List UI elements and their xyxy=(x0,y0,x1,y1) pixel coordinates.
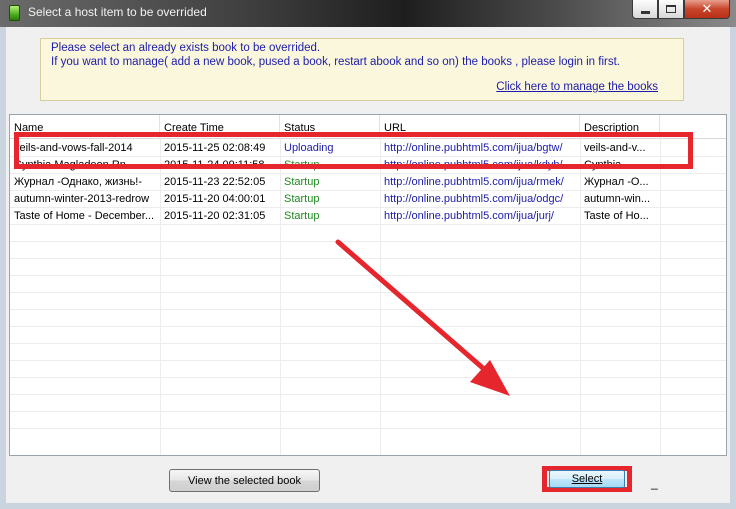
cell-url: http://online.pubhtml5.com/ijua/rmek/ xyxy=(384,176,564,188)
cell-name: Taste of Home - December... xyxy=(14,210,154,222)
info-line-1: Please select an already exists book to … xyxy=(51,42,321,54)
table-row[interactable]: autumn-winter-2013-redrow 2015-11-20 04:… xyxy=(10,191,726,208)
maximize-button[interactable] xyxy=(658,0,684,19)
minimize-button[interactable] xyxy=(632,0,658,19)
title-bar[interactable]: Select a host item to be overrided ✕ xyxy=(0,0,736,27)
caret-mark: _ xyxy=(651,476,658,490)
close-icon: ✕ xyxy=(701,1,713,17)
cell-url: http://online.pubhtml5.com/ijua/odgc/ xyxy=(384,193,564,205)
window-title: Select a host item to be overrided xyxy=(28,5,207,19)
manage-books-link[interactable]: Click here to manage the books xyxy=(496,81,658,93)
highlight-box xyxy=(14,132,693,169)
cell-create-time: 2015-11-20 04:00:01 xyxy=(164,193,266,205)
info-box: Please select an already exists book to … xyxy=(40,38,684,101)
view-selected-book-button[interactable]: View the selected book xyxy=(169,469,320,492)
grid-line xyxy=(10,411,726,412)
table-row[interactable]: Журнал -Однако, жизнь!- 2015-11-23 22:52… xyxy=(10,174,726,191)
cell-name: autumn-winter-2013-redrow xyxy=(14,193,150,205)
cell-status: Startup xyxy=(284,193,320,205)
maximize-icon xyxy=(666,5,676,13)
select-button[interactable]: Select xyxy=(542,466,632,492)
cell-create-time: 2015-11-23 22:52:05 xyxy=(164,176,266,188)
minimize-icon xyxy=(640,10,650,14)
cell-url: http://online.pubhtml5.com/ijua/jurj/ xyxy=(384,210,554,222)
grid-line xyxy=(10,428,726,429)
cell-status: Startup xyxy=(284,210,320,222)
cell-description: Журнал -О... xyxy=(584,176,649,188)
table-row[interactable]: Taste of Home - December... 2015-11-20 0… xyxy=(10,208,726,225)
cell-create-time: 2015-11-20 02:31:05 xyxy=(164,210,266,222)
cell-status: Startup xyxy=(284,176,320,188)
cell-description: autumn-win... xyxy=(584,193,651,205)
cell-description: Taste of Ho... xyxy=(584,210,649,222)
close-button[interactable]: ✕ xyxy=(684,0,730,19)
cell-name: Журнал -Однако, жизнь!- xyxy=(14,176,143,188)
annotation-arrow-icon xyxy=(335,239,510,396)
app-icon xyxy=(9,5,20,21)
info-line-2: If you want to manage( add a new book, p… xyxy=(51,56,620,68)
select-button-label: Select xyxy=(549,470,625,488)
